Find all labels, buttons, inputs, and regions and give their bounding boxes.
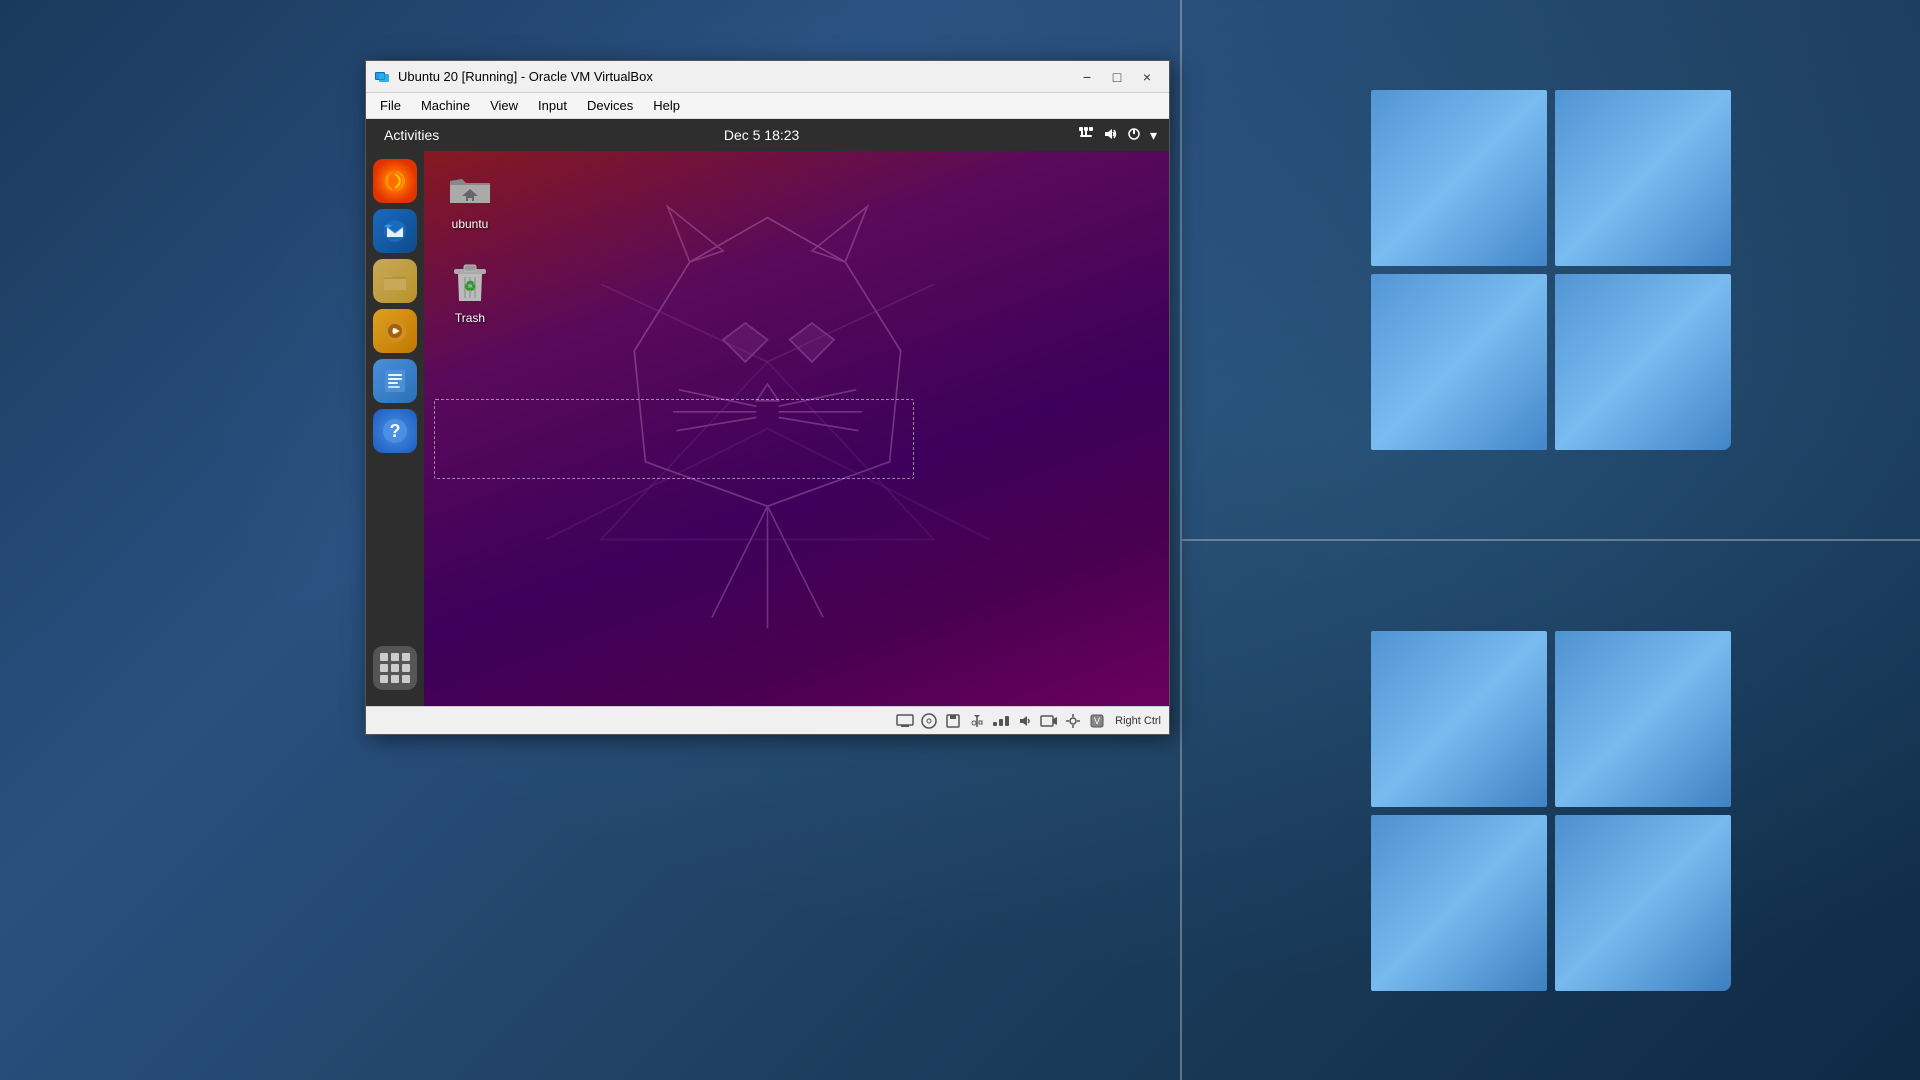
win-pane2-tr bbox=[1555, 631, 1731, 807]
menu-view[interactable]: View bbox=[480, 96, 528, 115]
maximize-button[interactable]: □ bbox=[1103, 65, 1131, 89]
status-icon-network[interactable] bbox=[991, 711, 1011, 731]
menu-machine[interactable]: Machine bbox=[411, 96, 480, 115]
gnome-desktop[interactable]: ? bbox=[366, 151, 1169, 706]
status-icon-misc1[interactable] bbox=[1063, 711, 1083, 731]
home-icon-label: ubuntu bbox=[452, 217, 489, 231]
win-pane2-bl bbox=[1371, 815, 1547, 991]
status-icon-cd[interactable] bbox=[919, 711, 939, 731]
menubar: File Machine View Input Devices Help bbox=[366, 93, 1169, 119]
win-pane-tl bbox=[1371, 90, 1547, 266]
ubuntu-vm-area: Activities Dec 5 18:23 bbox=[366, 119, 1169, 706]
gnome-systray: ▾ bbox=[1078, 126, 1157, 145]
menu-devices[interactable]: Devices bbox=[577, 96, 643, 115]
windows-logo-area bbox=[1180, 0, 1920, 1080]
menu-input[interactable]: Input bbox=[528, 96, 577, 115]
close-button[interactable]: × bbox=[1133, 65, 1161, 89]
desktop-icon-trash[interactable]: ♻ Trash bbox=[434, 253, 506, 331]
dock-icon-firefox[interactable] bbox=[373, 159, 417, 203]
status-icon-screen[interactable] bbox=[895, 711, 915, 731]
win-logo-top-half bbox=[1180, 0, 1920, 541]
titlebar-title: Ubuntu 20 [Running] - Oracle VM VirtualB… bbox=[398, 69, 1073, 84]
dock-icon-files[interactable] bbox=[373, 259, 417, 303]
right-ctrl-label: Right Ctrl bbox=[1115, 715, 1161, 727]
dock-icon-rhythmbox[interactable] bbox=[373, 309, 417, 353]
win-logo-bottom-half bbox=[1180, 541, 1920, 1080]
show-apps-button[interactable] bbox=[373, 646, 417, 690]
menu-help[interactable]: Help bbox=[643, 96, 690, 115]
dock-icon-writer[interactable] bbox=[373, 359, 417, 403]
menu-file[interactable]: File bbox=[370, 96, 411, 115]
status-icon-misc2[interactable]: V bbox=[1087, 711, 1107, 731]
home-icon-image bbox=[446, 165, 494, 213]
status-icon-usb[interactable] bbox=[967, 711, 987, 731]
dock-icon-help[interactable]: ? bbox=[373, 409, 417, 453]
desktop-icon-home[interactable]: ubuntu bbox=[434, 159, 506, 237]
trash-icon-label: Trash bbox=[455, 311, 485, 325]
network-tray-icon[interactable] bbox=[1078, 126, 1094, 145]
win-pane2-br bbox=[1555, 815, 1731, 991]
activities-button[interactable]: Activities bbox=[378, 127, 445, 143]
apps-grid-icon bbox=[380, 653, 410, 683]
win-pane-tr bbox=[1555, 90, 1731, 266]
svg-text:?: ? bbox=[390, 421, 401, 441]
status-icon-audio[interactable] bbox=[1015, 711, 1035, 731]
windows-logo-quad-top bbox=[1371, 90, 1731, 450]
windows-logo-quad-bottom bbox=[1371, 631, 1731, 991]
vbox-statusbar: V Right Ctrl bbox=[366, 706, 1169, 734]
status-icon-floppy[interactable] bbox=[943, 711, 963, 731]
virtualbox-window: Ubuntu 20 [Running] - Oracle VM VirtualB… bbox=[365, 60, 1170, 735]
gnome-dock: ? bbox=[366, 151, 424, 706]
dock-icon-thunderbird[interactable] bbox=[373, 209, 417, 253]
trash-icon-image: ♻ bbox=[446, 259, 494, 307]
win-pane-br bbox=[1555, 274, 1731, 450]
desktop-icons-area: ubuntu bbox=[434, 159, 506, 347]
topbar-dropdown-icon[interactable]: ▾ bbox=[1150, 127, 1157, 144]
win-pane2-tl bbox=[1371, 631, 1547, 807]
titlebar: Ubuntu 20 [Running] - Oracle VM VirtualB… bbox=[366, 61, 1169, 93]
status-icon-capture[interactable] bbox=[1039, 711, 1059, 731]
gnome-clock[interactable]: Dec 5 18:23 bbox=[445, 127, 1078, 143]
svg-text:♻: ♻ bbox=[464, 278, 477, 294]
svg-text:V: V bbox=[1094, 716, 1100, 726]
gnome-topbar: Activities Dec 5 18:23 bbox=[366, 119, 1169, 151]
titlebar-buttons: − □ × bbox=[1073, 65, 1161, 89]
win-pane-bl bbox=[1371, 274, 1547, 450]
minimize-button[interactable]: − bbox=[1073, 65, 1101, 89]
vbox-icon bbox=[374, 68, 392, 86]
volume-tray-icon[interactable] bbox=[1102, 126, 1118, 145]
power-tray-icon[interactable] bbox=[1126, 126, 1142, 145]
